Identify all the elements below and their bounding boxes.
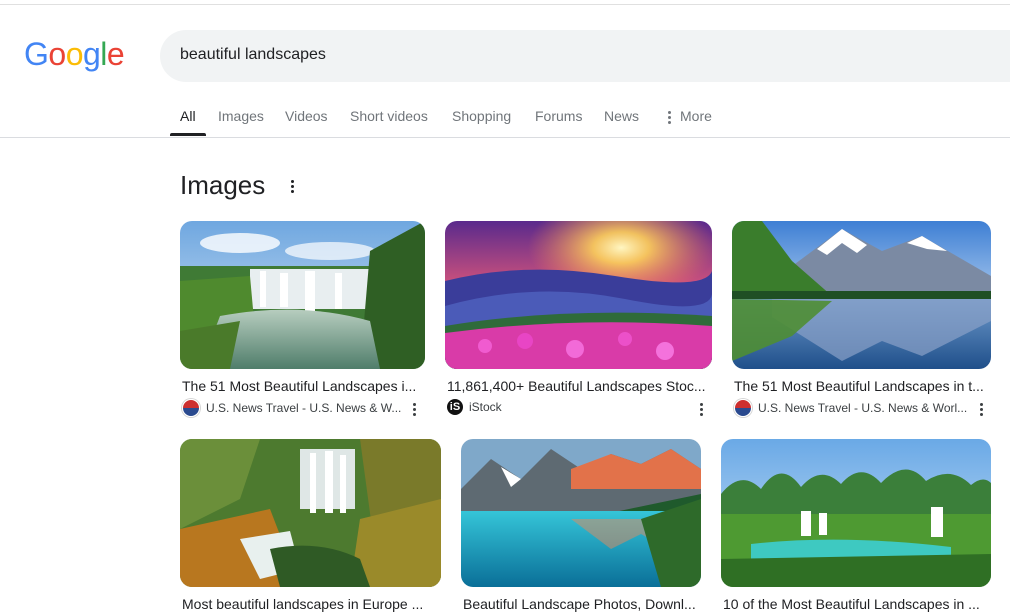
result-source-label: U.S. News Travel - U.S. News & Worl... [758,401,968,415]
tab-videos[interactable]: Videos [285,106,328,136]
result-caption[interactable]: The 51 Most Beautiful Landscapes in t... [734,378,988,394]
result-caption[interactable]: Beautiful Landscape Photos, Downl... [463,596,698,612]
search-input[interactable]: beautiful landscapes [180,46,326,64]
logo-letter: o [48,36,66,72]
tab-short-videos[interactable]: Short videos [350,106,428,136]
more-options-icon[interactable] [413,403,417,418]
more-options-icon[interactable] [980,403,984,418]
top-border [0,4,1010,5]
result-source[interactable]: U.S. News Travel - U.S. News & Worl... [734,399,969,417]
active-tab-indicator [170,133,206,136]
tab-forums[interactable]: Forums [535,106,582,136]
istock-favicon: iS [447,399,463,415]
result-caption[interactable]: 10 of the Most Beautiful Landscapes in .… [723,596,988,612]
image-result[interactable]: 10 of the Most Beautiful Landscapes in .… [721,439,991,612]
result-thumbnail[interactable] [180,221,425,369]
result-source[interactable]: iS iStock [447,399,687,417]
result-thumbnail[interactable] [445,221,712,369]
result-source[interactable]: U.S. News Travel - U.S. News & W... [182,399,402,417]
tab-news[interactable]: News [604,106,639,136]
result-source-label: U.S. News Travel - U.S. News & W... [206,401,402,415]
tab-shopping[interactable]: Shopping [452,106,511,136]
more-options-icon[interactable] [700,403,704,418]
result-caption[interactable]: 11,861,400+ Beautiful Landscapes Stoc... [447,378,709,394]
image-result[interactable]: Most beautiful landscapes in Europe ... [180,439,441,612]
image-result[interactable]: The 51 Most Beautiful Landscapes in t...… [732,221,991,421]
result-caption[interactable]: Most beautiful landscapes in Europe ... [182,596,438,612]
us-news-favicon [182,399,200,417]
result-source-label: iStock [469,400,502,414]
image-result[interactable]: 11,861,400+ Beautiful Landscapes Stoc...… [445,221,712,421]
logo-letter: o [65,36,84,72]
section-more-icon[interactable] [291,180,295,195]
logo-letter: G [24,36,49,72]
more-vert-icon [668,109,672,126]
logo-letter: g [82,36,101,72]
us-news-favicon [734,399,752,417]
result-thumbnail[interactable] [461,439,701,587]
section-title: Images [180,170,266,200]
search-box[interactable]: beautiful landscapes [160,30,1010,82]
image-result[interactable]: Beautiful Landscape Photos, Downl... [461,439,701,612]
result-thumbnail[interactable] [732,221,991,369]
google-logo[interactable]: Google [24,36,125,72]
image-result[interactable]: The 51 Most Beautiful Landscapes i... U.… [180,221,425,421]
tab-all[interactable]: All [180,106,196,136]
tabs-divider [0,137,1010,138]
logo-letter: e [106,36,125,72]
tab-more[interactable]: More [668,106,712,136]
logo-letter: l [100,36,107,72]
tab-more-label: More [680,108,712,124]
tab-images[interactable]: Images [218,106,264,136]
result-thumbnail[interactable] [180,439,441,587]
result-caption[interactable]: The 51 Most Beautiful Landscapes i... [182,378,422,394]
result-thumbnail[interactable] [721,439,991,587]
